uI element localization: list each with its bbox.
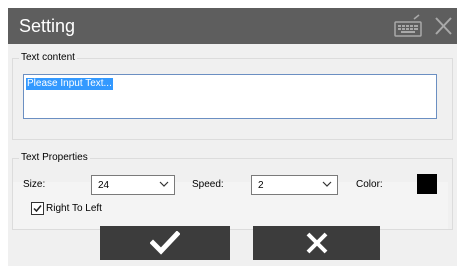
- close-icon: [435, 17, 452, 35]
- cancel-button[interactable]: [253, 226, 380, 260]
- size-select[interactable]: 24: [91, 175, 175, 195]
- right-to-left-checkbox[interactable]: [31, 202, 44, 215]
- speed-label: Speed:: [192, 179, 224, 190]
- keyboard-icon: [394, 14, 422, 37]
- text-content-value: Please Input Text...: [26, 78, 113, 90]
- text-properties-group: Text Properties: [12, 152, 453, 230]
- keyboard-button[interactable]: [392, 14, 424, 38]
- x-icon: [306, 232, 327, 254]
- size-label: Size:: [23, 179, 46, 190]
- ok-button[interactable]: [100, 226, 230, 260]
- dialog-title: Setting: [19, 16, 76, 36]
- text-content-group: Text content Please Input Text...: [12, 52, 453, 140]
- text-content-input[interactable]: Please Input Text...: [23, 74, 437, 119]
- close-button[interactable]: [431, 14, 455, 38]
- speed-select[interactable]: 2: [251, 175, 338, 195]
- chevron-down-icon: [159, 181, 169, 187]
- text-properties-label: Text Properties: [19, 152, 90, 163]
- text-content-label: Text content: [19, 52, 77, 63]
- checkmark-icon: [33, 205, 42, 213]
- color-swatch[interactable]: [417, 174, 437, 194]
- size-value: 24: [98, 180, 110, 191]
- color-label: Color:: [356, 179, 383, 190]
- chevron-down-icon: [322, 181, 332, 187]
- settings-dialog: Setting Text content Please Input Text..…: [8, 8, 457, 266]
- right-to-left-label: Right To Left: [46, 203, 102, 214]
- title-bar: Setting: [8, 8, 457, 44]
- checkmark-icon: [150, 231, 180, 255]
- speed-value: 2: [258, 180, 264, 191]
